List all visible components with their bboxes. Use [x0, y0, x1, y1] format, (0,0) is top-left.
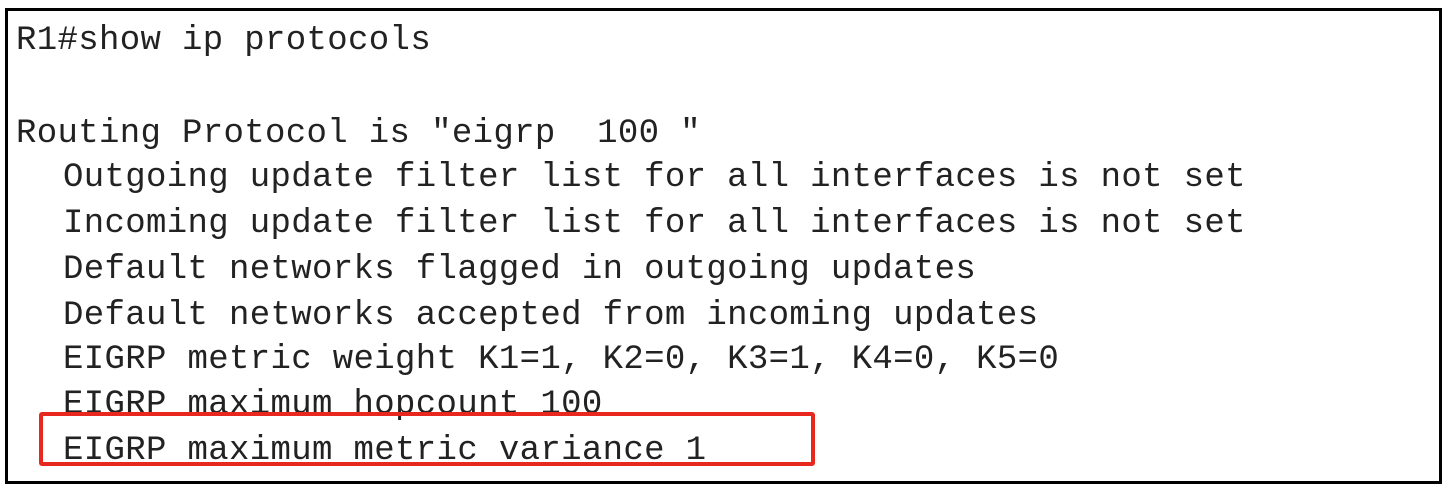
default-networks-flagged-line: Default networks flagged in outgoing upd… — [63, 251, 977, 289]
command-line: R1#show ip protocols — [16, 22, 432, 60]
metric-weight-line: EIGRP metric weight K1=1, K2=0, K3=1, K4… — [63, 341, 1060, 379]
default-networks-accepted-line: Default networks accepted from incoming … — [63, 297, 1039, 335]
max-hopcount-line: EIGRP maximum hopcount 100 — [63, 386, 603, 424]
incoming-filter-line: Incoming update filter list for all inte… — [63, 205, 1246, 243]
terminal-output: R1#show ip protocols Routing Protocol is… — [5, 8, 1442, 484]
max-variance-line: EIGRP maximum metric variance 1 — [63, 432, 707, 470]
outgoing-filter-line: Outgoing update filter list for all inte… — [63, 159, 1246, 197]
routing-protocol-line: Routing Protocol is "eigrp 100 " — [16, 115, 701, 153]
